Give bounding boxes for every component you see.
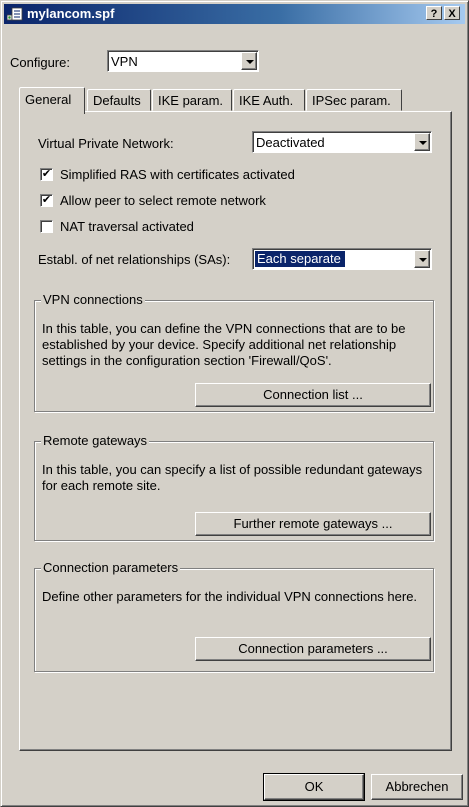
cancel-button[interactable]: Abbrechen bbox=[371, 774, 463, 800]
tab-ike-param[interactable]: IKE param. bbox=[152, 89, 232, 111]
configure-label: Configure: bbox=[10, 55, 70, 70]
sa-select[interactable]: Each separate bbox=[252, 248, 432, 270]
tab-ike-param-label: IKE param. bbox=[158, 93, 224, 108]
checkmark-icon: ✔ bbox=[41, 168, 52, 180]
dialog-window: mylancom.spf ? X Configure: VPN General … bbox=[0, 0, 469, 807]
tab-defaults[interactable]: Defaults bbox=[87, 89, 151, 111]
window-title: mylancom.spf bbox=[27, 6, 115, 21]
tab-ipsec-param[interactable]: IPSec param. bbox=[306, 89, 402, 111]
close-button[interactable]: X bbox=[444, 6, 460, 20]
tab-ike-auth-label: IKE Auth. bbox=[239, 93, 294, 108]
tab-ike-auth[interactable]: IKE Auth. bbox=[233, 89, 305, 111]
remote-gateways-title: Remote gateways bbox=[41, 433, 150, 448]
remote-gateways-group: Remote gateways In this table, you can s… bbox=[34, 433, 434, 541]
remote-gateways-description: In this table, you can specify a list of… bbox=[42, 462, 423, 493]
vpn-connections-description: In this table, you can define the VPN co… bbox=[42, 321, 406, 368]
vpn-connections-group: VPN connections In this table, you can d… bbox=[34, 292, 434, 412]
further-remote-gateways-button[interactable]: Further remote gateways ... bbox=[195, 512, 431, 536]
ok-button[interactable]: OK bbox=[263, 773, 365, 801]
connection-parameters-title: Connection parameters bbox=[41, 560, 181, 575]
configure-dropdown-arrow-icon[interactable] bbox=[241, 52, 257, 70]
nat-traversal-checkbox[interactable] bbox=[40, 220, 53, 233]
vpn-connections-title: VPN connections bbox=[41, 292, 145, 307]
allow-peer-checkbox[interactable]: ✔ bbox=[40, 194, 53, 207]
tab-defaults-label: Defaults bbox=[93, 93, 141, 108]
nat-traversal-label: NAT traversal activated bbox=[60, 219, 194, 234]
tab-panel-general: Virtual Private Network: Deactivated ✔ S… bbox=[19, 111, 452, 751]
connection-parameters-button[interactable]: Connection parameters ... bbox=[195, 637, 431, 661]
connection-list-button[interactable]: Connection list ... bbox=[195, 383, 431, 407]
checkmark-icon: ✔ bbox=[41, 194, 52, 206]
vpn-select[interactable]: Deactivated bbox=[252, 131, 432, 153]
title-bar[interactable]: mylancom.spf ? X bbox=[4, 4, 465, 24]
sa-select-value: Each separate bbox=[255, 251, 345, 267]
help-button[interactable]: ? bbox=[426, 6, 442, 20]
vpn-label: Virtual Private Network: bbox=[38, 136, 174, 151]
configure-select[interactable]: VPN bbox=[107, 50, 259, 72]
app-icon bbox=[6, 7, 23, 21]
tab-general-label: General bbox=[25, 92, 72, 107]
tab-general[interactable]: General bbox=[19, 87, 85, 114]
configure-select-value: VPN bbox=[111, 54, 138, 69]
sa-dropdown-arrow-icon[interactable] bbox=[414, 250, 430, 268]
tab-ipsec-param-label: IPSec param. bbox=[312, 93, 391, 108]
simplified-ras-checkbox[interactable]: ✔ bbox=[40, 168, 53, 181]
connection-parameters-group: Connection parameters Define other param… bbox=[34, 560, 434, 672]
simplified-ras-label: Simplified RAS with certificates activat… bbox=[60, 167, 295, 182]
connection-parameters-description: Define other parameters for the individu… bbox=[42, 589, 418, 604]
sa-label: Establ. of net relationships (SAs): bbox=[38, 252, 231, 267]
allow-peer-label: Allow peer to select remote network bbox=[60, 193, 266, 208]
vpn-dropdown-arrow-icon[interactable] bbox=[414, 133, 430, 151]
vpn-select-value: Deactivated bbox=[256, 135, 325, 150]
